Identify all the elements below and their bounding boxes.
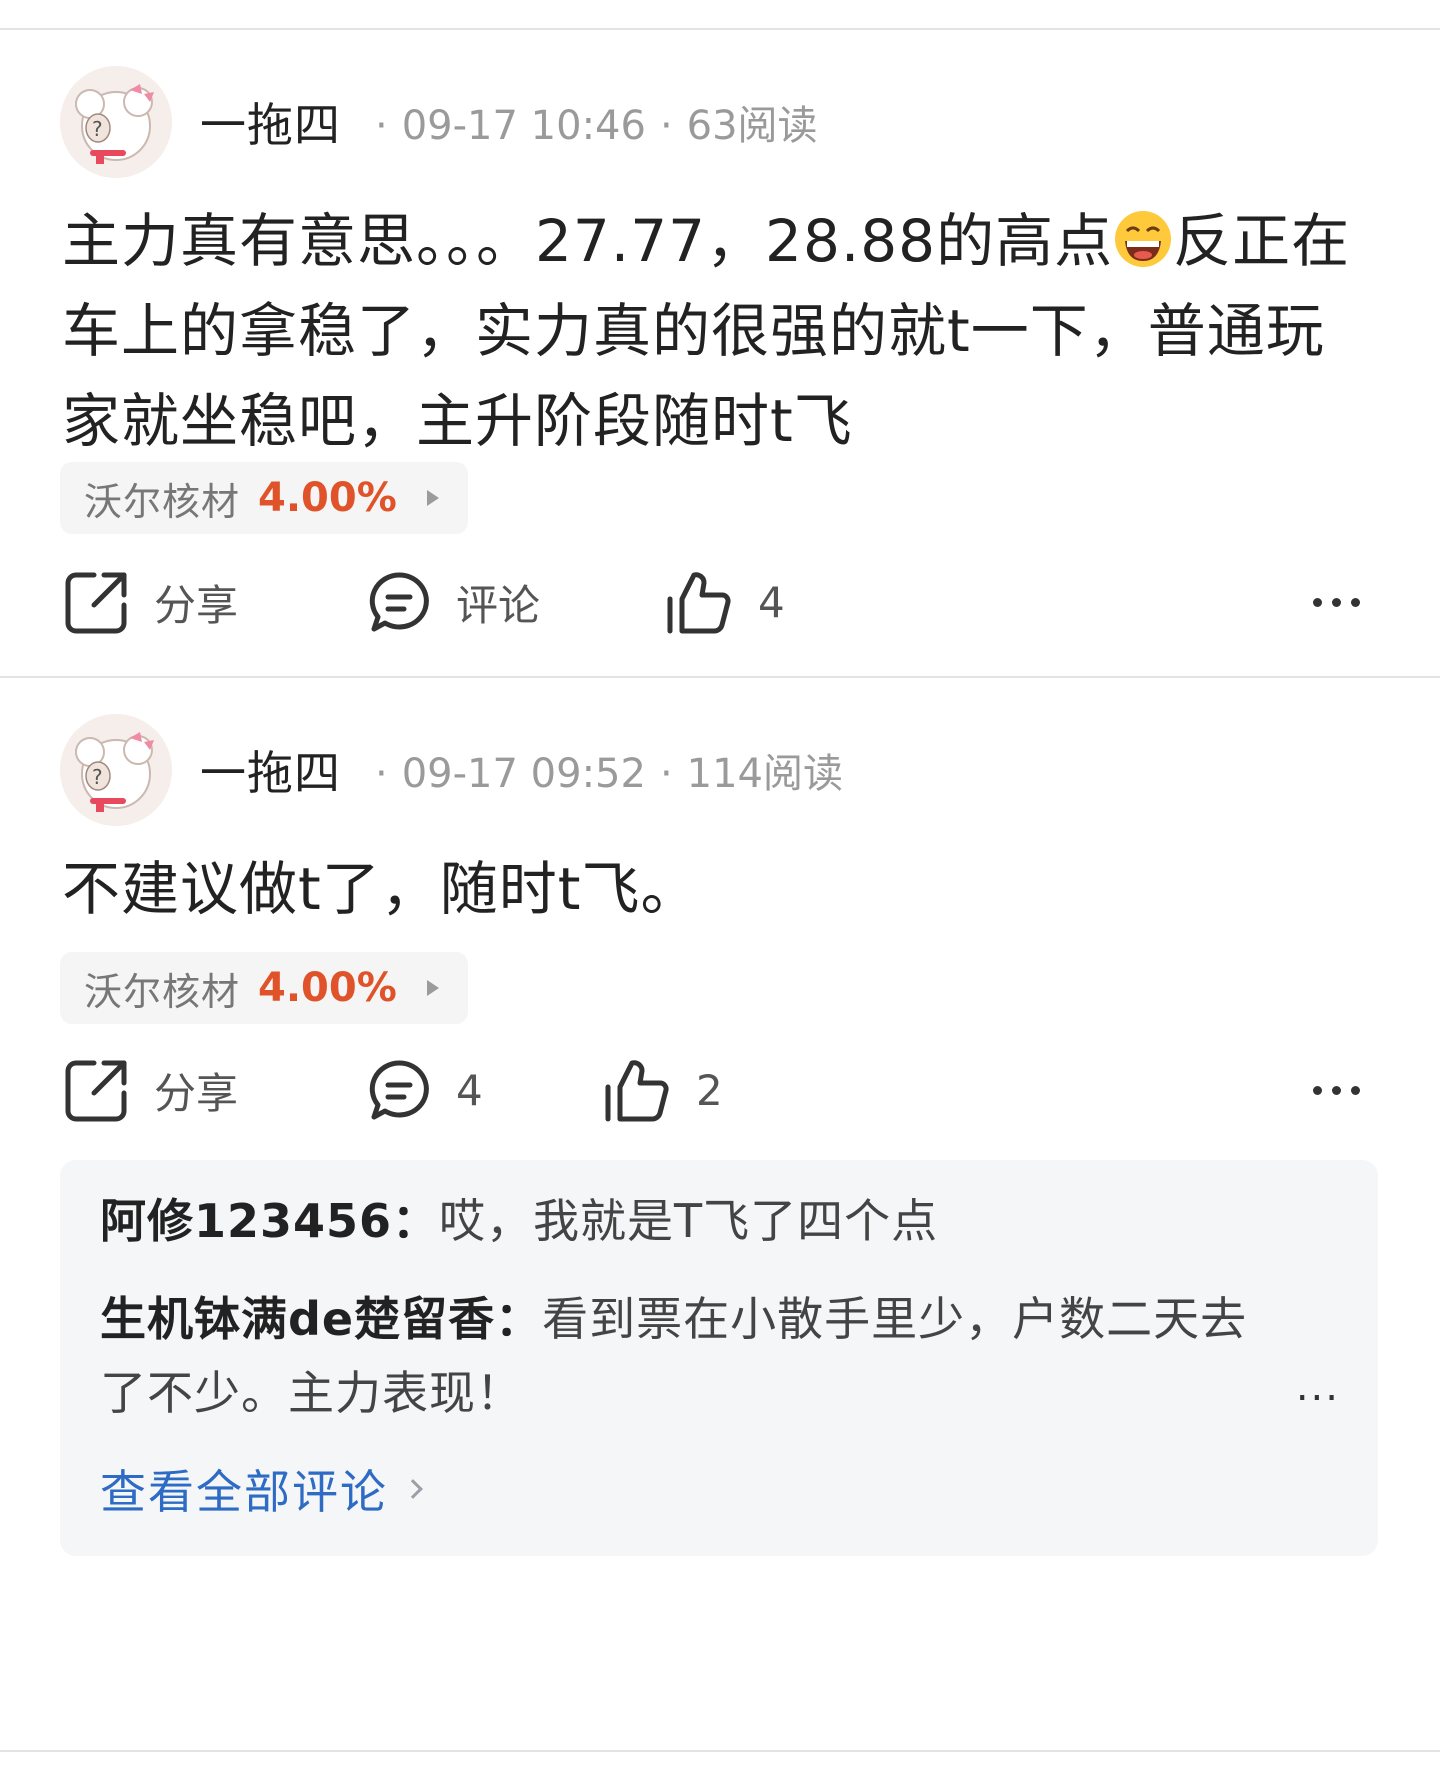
svg-text:?: ?	[92, 117, 103, 141]
thumbs-up-icon	[664, 569, 734, 635]
view-all-label: 查看全部评论	[100, 1465, 388, 1519]
share-label: 分享	[154, 1068, 239, 1118]
share-icon	[64, 1057, 130, 1123]
more-dots-icon[interactable]	[1303, 562, 1360, 642]
play-arrow-icon	[426, 980, 439, 996]
comments-preview: 阿修123456：哎，我就是T飞了四个点 生机钵满de楚留香：看到票在小散手里少…	[60, 1160, 1378, 1556]
author-avatar[interactable]: ?	[60, 714, 172, 826]
laughing-emoji-icon	[1113, 204, 1173, 267]
author-name[interactable]: 一拖四	[200, 89, 341, 155]
comment-item[interactable]: 阿修123456：哎，我就是T飞了四个点	[100, 1184, 1338, 1258]
post-meta: · 09-17 10:46 · 63阅读	[375, 103, 818, 149]
view-all-comments-link[interactable]: 查看全部评论	[100, 1456, 1338, 1522]
post-divider	[0, 676, 1440, 678]
post-text[interactable]: 主力真有意思。。。27.77，28.88的高点 反正在车上的拿稳了，实力真的很强的…	[62, 196, 1362, 466]
post-meta: · 09-17 09:52 · 114阅读	[375, 751, 844, 797]
comment-item[interactable]: 生机钵满de楚留香：看到票在小散手里少，户数二天去了不少。主力表现！ ...	[100, 1282, 1338, 1430]
read-count: 63阅读	[686, 103, 818, 149]
more-dots-icon[interactable]	[1303, 1050, 1360, 1130]
comment-count: 4	[456, 1065, 483, 1115]
stock-tag[interactable]: 沃尔核材 4.00%	[60, 952, 468, 1024]
comment-icon	[366, 1057, 432, 1123]
stock-tag[interactable]: 沃尔核材 4.00%	[60, 462, 468, 534]
post-text[interactable]: 不建议做t了，随时t飞。	[62, 844, 1362, 934]
thumbs-up-icon	[602, 1057, 672, 1123]
expand-ellipsis-icon[interactable]: ...	[1296, 1350, 1340, 1424]
action-bar: 分享 4 2	[0, 1050, 1440, 1130]
stock-change: 4.00%	[258, 965, 397, 1011]
comment-text: 哎，我就是T飞了四个点	[439, 1194, 939, 1248]
like-count: 2	[696, 1065, 723, 1115]
share-button[interactable]: 分享	[64, 1050, 238, 1130]
commenter-name[interactable]: 阿修123456	[100, 1194, 392, 1248]
stock-name: 沃尔核材	[84, 479, 241, 524]
bottom-divider	[0, 1750, 1440, 1752]
post-1[interactable]: ? 一拖四 · 09-17 10:46 · 63阅读 主力真有意思。。。27.77，2…	[0, 66, 1440, 676]
share-label: 分享	[154, 580, 239, 630]
post-header: ? 一拖四 · 09-17 09:52 · 114阅读	[60, 714, 843, 826]
post-header: ? 一拖四 · 09-17 10:46 · 63阅读	[60, 66, 818, 178]
chevron-right-icon	[403, 1479, 423, 1499]
like-button[interactable]: 2	[602, 1050, 723, 1130]
comment-icon	[366, 569, 432, 635]
stock-name: 沃尔核材	[84, 969, 241, 1014]
svg-text:?: ?	[92, 765, 103, 789]
post-text-part: 主力真有意思。。。27.77，28.88的高点	[62, 207, 1114, 275]
action-bar: 分享 评论 4	[0, 562, 1440, 642]
like-count: 4	[758, 577, 785, 627]
author-avatar[interactable]: ?	[60, 66, 172, 178]
comment-button[interactable]: 评论	[366, 562, 540, 642]
like-button[interactable]: 4	[664, 562, 785, 642]
comment-button[interactable]: 4	[366, 1050, 483, 1130]
play-arrow-icon	[426, 490, 439, 506]
post-2[interactable]: ? 一拖四 · 09-17 09:52 · 114阅读 不建议做t了，随时t飞。 沃尔…	[0, 714, 1440, 1714]
stock-change: 4.00%	[258, 475, 397, 521]
share-button[interactable]: 分享	[64, 562, 238, 642]
read-count: 114阅读	[686, 751, 844, 797]
comment-label: 评论	[456, 580, 541, 630]
author-name[interactable]: 一拖四	[200, 737, 341, 803]
top-divider	[0, 28, 1440, 30]
post-date: 09-17 09:52	[401, 751, 646, 797]
share-icon	[64, 569, 130, 635]
post-date: 09-17 10:46	[401, 103, 646, 149]
comment-separator: ：	[392, 1194, 440, 1248]
comment-separator: ：	[495, 1292, 543, 1346]
commenter-name[interactable]: 生机钵满de楚留香	[100, 1292, 495, 1346]
